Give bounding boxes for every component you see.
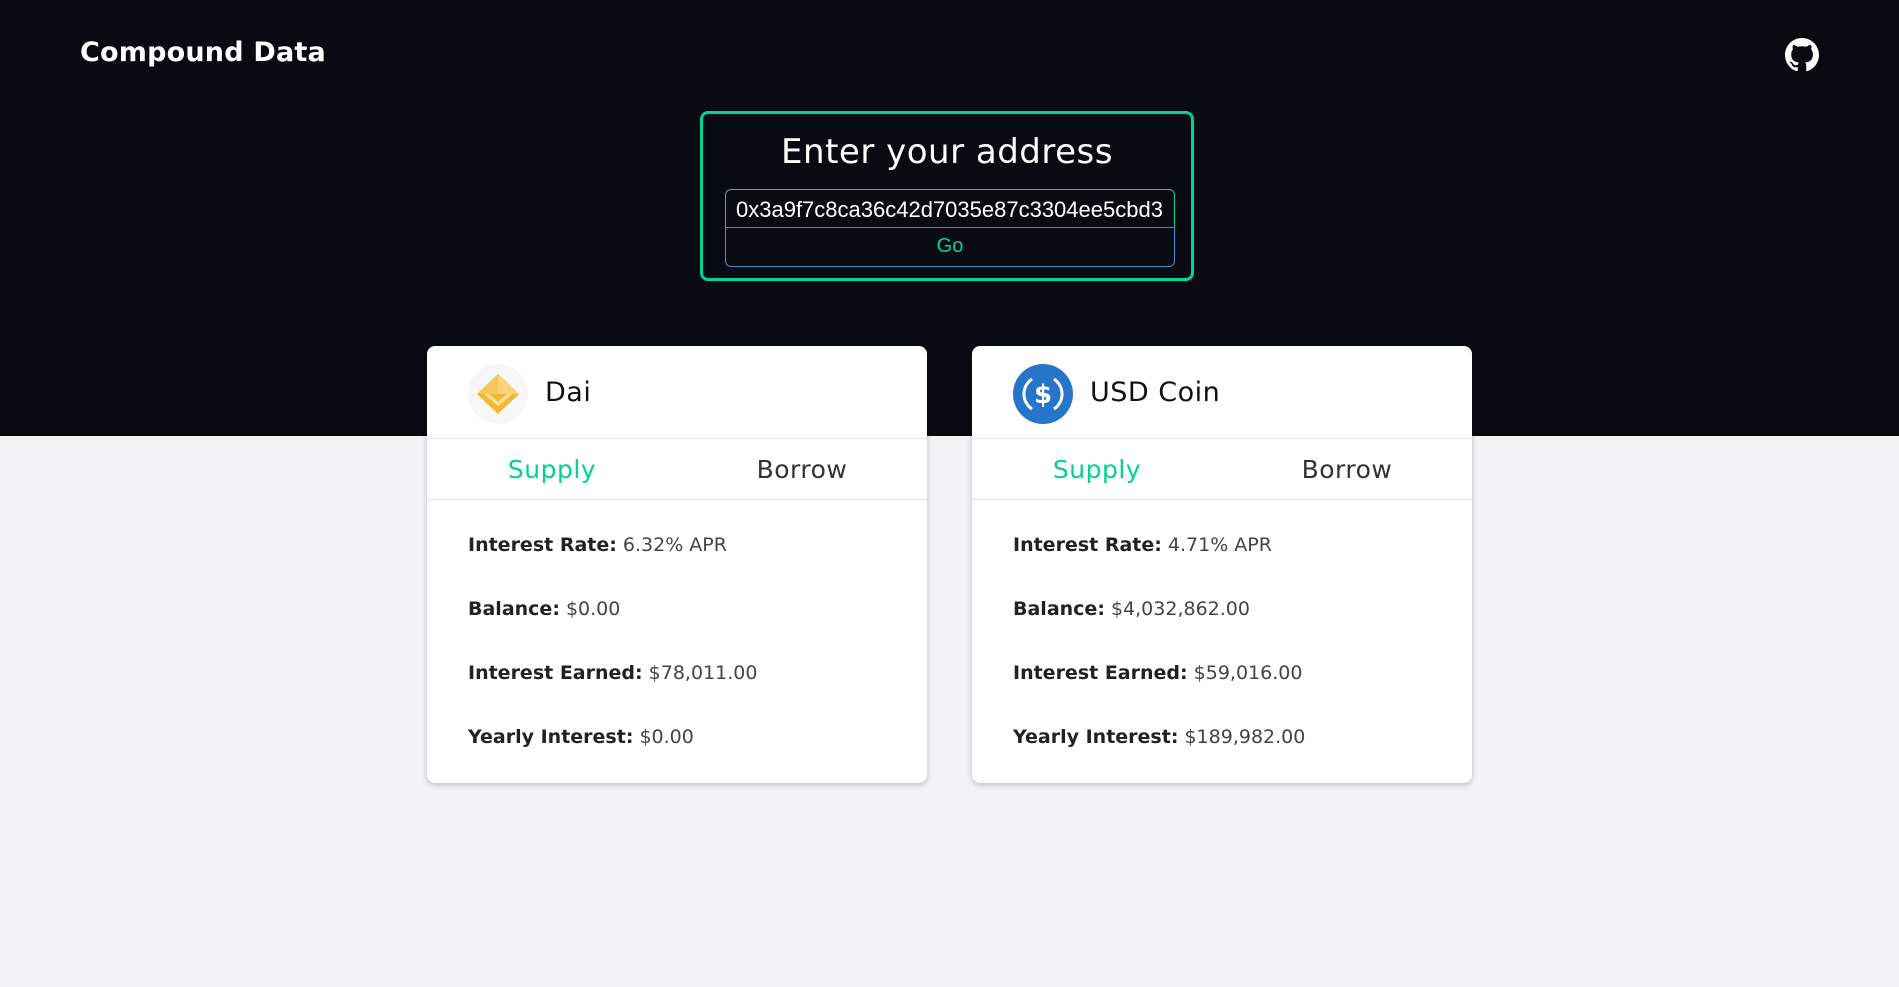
interest-earned-value: $78,011.00 bbox=[648, 662, 758, 684]
interest-earned-row: Interest Earned: $78,011.00 bbox=[468, 662, 757, 684]
github-icon[interactable] bbox=[1785, 38, 1819, 72]
app-title: Compound Data bbox=[80, 37, 326, 68]
address-heading: Enter your address bbox=[781, 132, 1113, 172]
interest-rate-label: Interest Rate: bbox=[1013, 534, 1162, 556]
interest-rate-value: 4.71% APR bbox=[1167, 534, 1272, 556]
tab-borrow[interactable]: Borrow bbox=[677, 439, 927, 499]
card-header: $ USD Coin bbox=[972, 346, 1472, 439]
balance-row: Balance: $4,032,862.00 bbox=[1013, 598, 1250, 620]
asset-card-usdc: $ USD Coin Supply Borrow Interest Rate: … bbox=[972, 346, 1472, 783]
dai-icon bbox=[468, 364, 528, 424]
usdc-icon: $ bbox=[1013, 364, 1073, 424]
yearly-interest-row: Yearly Interest: $0.00 bbox=[468, 726, 694, 748]
asset-name: Dai bbox=[545, 377, 592, 408]
interest-rate-row: Interest Rate: 4.71% APR bbox=[1013, 534, 1272, 556]
balance-row: Balance: $0.00 bbox=[468, 598, 620, 620]
interest-rate-row: Interest Rate: 6.32% APR bbox=[468, 534, 727, 556]
go-button[interactable]: Go bbox=[725, 227, 1175, 267]
asset-card-dai: Dai Supply Borrow Interest Rate: 6.32% A… bbox=[427, 346, 927, 783]
tab-supply[interactable]: Supply bbox=[427, 439, 677, 499]
card-header: Dai bbox=[427, 346, 927, 439]
yearly-interest-row: Yearly Interest: $189,982.00 bbox=[1013, 726, 1305, 748]
tab-supply[interactable]: Supply bbox=[972, 439, 1222, 499]
yearly-interest-value: $189,982.00 bbox=[1184, 726, 1306, 748]
card-tabs: Supply Borrow bbox=[427, 439, 927, 500]
address-input[interactable] bbox=[725, 189, 1175, 227]
tab-borrow[interactable]: Borrow bbox=[1222, 439, 1472, 499]
svg-text:$: $ bbox=[1034, 380, 1052, 410]
card-tabs: Supply Borrow bbox=[972, 439, 1472, 500]
interest-earned-label: Interest Earned: bbox=[468, 662, 643, 684]
balance-label: Balance: bbox=[468, 598, 560, 620]
yearly-interest-value: $0.00 bbox=[639, 726, 694, 748]
asset-name: USD Coin bbox=[1090, 377, 1221, 408]
interest-earned-label: Interest Earned: bbox=[1013, 662, 1188, 684]
balance-label: Balance: bbox=[1013, 598, 1105, 620]
yearly-interest-label: Yearly Interest: bbox=[468, 726, 634, 748]
interest-earned-value: $59,016.00 bbox=[1193, 662, 1303, 684]
balance-value: $0.00 bbox=[565, 598, 621, 620]
address-form: Enter your address Go bbox=[700, 111, 1194, 281]
interest-earned-row: Interest Earned: $59,016.00 bbox=[1013, 662, 1302, 684]
interest-rate-value: 6.32% APR bbox=[622, 534, 727, 556]
yearly-interest-label: Yearly Interest: bbox=[1013, 726, 1179, 748]
balance-value: $4,032,862.00 bbox=[1110, 598, 1250, 620]
interest-rate-label: Interest Rate: bbox=[468, 534, 617, 556]
